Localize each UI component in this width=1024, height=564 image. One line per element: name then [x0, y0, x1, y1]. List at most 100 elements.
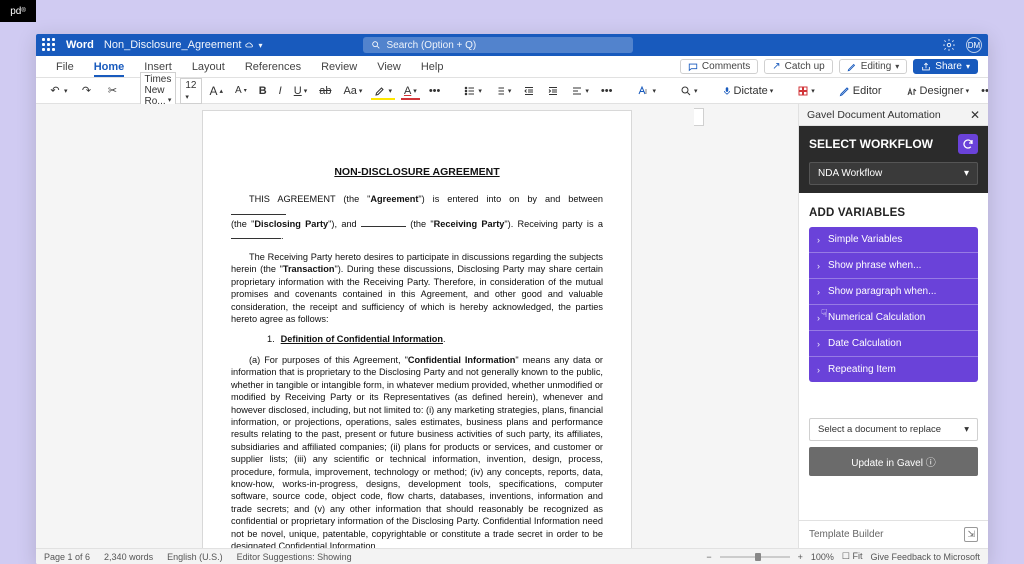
doc-transaction-para: The Receiving Party hereto desires to pa…	[231, 251, 603, 326]
tab-home[interactable]: Home	[84, 56, 135, 77]
numbering-icon	[494, 85, 506, 97]
app-launcher-icon[interactable]	[42, 38, 56, 52]
strikethrough-button[interactable]: ab	[315, 83, 335, 99]
zoom-in-button[interactable]: +	[798, 552, 803, 562]
status-bar: Page 1 of 6 2,340 words English (U.S.) E…	[36, 548, 988, 564]
search-icon	[371, 40, 381, 50]
increase-indent-button[interactable]	[543, 83, 563, 99]
tab-layout[interactable]: Layout	[182, 56, 235, 77]
popout-icon[interactable]: ⇲	[964, 527, 978, 542]
zoom-slider[interactable]	[720, 556, 790, 558]
addins-button[interactable]: ▾	[793, 83, 819, 99]
undo-button[interactable]: ↶▾	[44, 82, 72, 100]
tab-references[interactable]: References	[235, 56, 311, 77]
find-button[interactable]: ▾	[676, 83, 702, 99]
grow-font-button[interactable]: A▴	[206, 82, 228, 100]
addins-icon	[797, 85, 809, 97]
acc-numerical-calc[interactable]: ›☟Numerical Calculation	[809, 305, 978, 331]
help-icon: ⓘ	[926, 458, 936, 469]
designer-icon	[906, 85, 918, 97]
select-workflow-label: SELECT WORKFLOW	[809, 137, 933, 151]
acc-show-paragraph[interactable]: ›Show paragraph when...	[809, 279, 978, 305]
replace-document-select[interactable]: Select a document to replace▾	[809, 418, 978, 441]
decrease-indent-button[interactable]	[519, 83, 539, 99]
tab-help[interactable]: Help	[411, 56, 454, 77]
redo-button[interactable]: ↷	[76, 82, 98, 100]
find-icon	[680, 85, 692, 97]
styles-button[interactable]: ▾	[632, 83, 660, 99]
update-in-gavel-button[interactable]: Update in Gavel ⓘ	[809, 447, 978, 476]
doc-intro: THIS AGREEMENT (the "Agreement") is ente…	[231, 193, 603, 243]
language[interactable]: English (U.S.)	[167, 552, 223, 562]
highlight-button[interactable]: ▾	[370, 83, 396, 99]
panel-footer: Template Builder ⇲	[799, 520, 988, 548]
dictate-button[interactable]: Dictate▾	[718, 83, 778, 99]
doc-title: NON-DISCLOSURE AGREEMENT	[231, 165, 603, 179]
styles-icon	[636, 85, 650, 97]
comments-icon	[688, 62, 698, 72]
settings-gear-icon[interactable]	[942, 38, 956, 52]
doc-section-1a: (a) For purposes of this Agreement, "Con…	[231, 354, 603, 548]
document-scroll[interactable]: NON-DISCLOSURE AGREEMENT THIS AGREEMENT …	[36, 104, 798, 548]
editing-mode-button[interactable]: Editing▾	[839, 59, 908, 74]
titlebar: Word Non_Disclosure_Agreement ▾ Search (…	[36, 34, 988, 56]
document-name[interactable]: Non_Disclosure_Agreement ▾	[104, 39, 263, 51]
page-edge-handle	[694, 108, 704, 126]
fit-button[interactable]: ☐ Fit	[842, 551, 863, 562]
tab-file[interactable]: File	[46, 56, 84, 77]
add-variables-label: ADD VARIABLES	[809, 207, 978, 219]
variables-accordion: ›Simple Variables ›Show phrase when... ›…	[809, 227, 978, 382]
bullets-button[interactable]: ▾	[460, 83, 486, 99]
more-font-options-button[interactable]: •••	[425, 83, 445, 99]
workflow-section: SELECT WORKFLOW NDA Workflow▾	[799, 126, 988, 193]
ribbon-toolbar: ↶▾ ↷ ✂ Times New Ro... ▾ 12 ▾ A▴ A▾ B I …	[36, 78, 988, 104]
cloud-saved-icon	[245, 41, 254, 50]
close-icon[interactable]: ✕	[970, 108, 980, 122]
numbering-button[interactable]: ▾	[490, 83, 516, 99]
search-placeholder: Search (Option + Q)	[387, 40, 477, 51]
format-painter-button[interactable]: ✂	[102, 82, 124, 100]
page-counter[interactable]: Page 1 of 6	[44, 552, 90, 562]
align-left-icon	[571, 85, 583, 97]
user-avatar[interactable]: DM	[966, 37, 982, 53]
comments-button[interactable]: Comments	[680, 59, 758, 74]
acc-repeating-item[interactable]: ›Repeating Item	[809, 357, 978, 382]
gavel-side-panel: Gavel Document Automation ✕ SELECT WORKF…	[798, 104, 988, 548]
pencil-icon	[847, 62, 857, 72]
tab-view[interactable]: View	[367, 56, 411, 77]
shrink-font-button[interactable]: A▾	[231, 83, 251, 98]
panel-header: Gavel Document Automation ✕	[799, 104, 988, 126]
font-color-button[interactable]: A▾	[400, 83, 421, 99]
document-page[interactable]: NON-DISCLOSURE AGREEMENT THIS AGREEMENT …	[202, 110, 632, 548]
editor-suggestions[interactable]: Editor Suggestions: Showing	[237, 552, 352, 562]
underline-button[interactable]: U▾	[290, 83, 311, 99]
increase-indent-icon	[547, 85, 559, 97]
workflow-select[interactable]: NDA Workflow▾	[809, 162, 978, 185]
external-brand-badge: pd®	[0, 0, 36, 22]
share-icon	[921, 62, 931, 72]
search-input[interactable]: Search (Option + Q)	[363, 37, 633, 53]
zoom-out-button[interactable]: −	[706, 552, 711, 562]
app-name: Word	[66, 39, 94, 51]
acc-date-calc[interactable]: ›Date Calculation	[809, 331, 978, 357]
ribbon-more-button[interactable]: •••	[977, 83, 988, 99]
share-button[interactable]: Share▾	[913, 59, 978, 74]
acc-simple-variables[interactable]: ›Simple Variables	[809, 227, 978, 253]
feedback-link[interactable]: Give Feedback to Microsoft	[870, 552, 980, 562]
italic-button[interactable]: I	[275, 83, 286, 99]
microphone-icon	[722, 85, 732, 97]
tab-review[interactable]: Review	[311, 56, 367, 77]
font-size-combo[interactable]: 12 ▾	[180, 78, 201, 104]
refresh-button[interactable]	[958, 134, 978, 154]
change-case-button[interactable]: Aa▾	[339, 83, 366, 99]
align-button[interactable]: ▾	[567, 83, 593, 99]
more-paragraph-button[interactable]: •••	[597, 83, 617, 99]
designer-button[interactable]: Designer▾	[902, 83, 974, 99]
zoom-level[interactable]: 100%	[811, 552, 834, 562]
refresh-icon	[962, 138, 974, 150]
word-count[interactable]: 2,340 words	[104, 552, 153, 562]
bold-button[interactable]: B	[255, 83, 271, 99]
catch-up-button[interactable]: ↗Catch up	[764, 59, 832, 74]
editor-button[interactable]: Editor	[835, 83, 886, 99]
acc-show-phrase[interactable]: ›Show phrase when...	[809, 253, 978, 279]
